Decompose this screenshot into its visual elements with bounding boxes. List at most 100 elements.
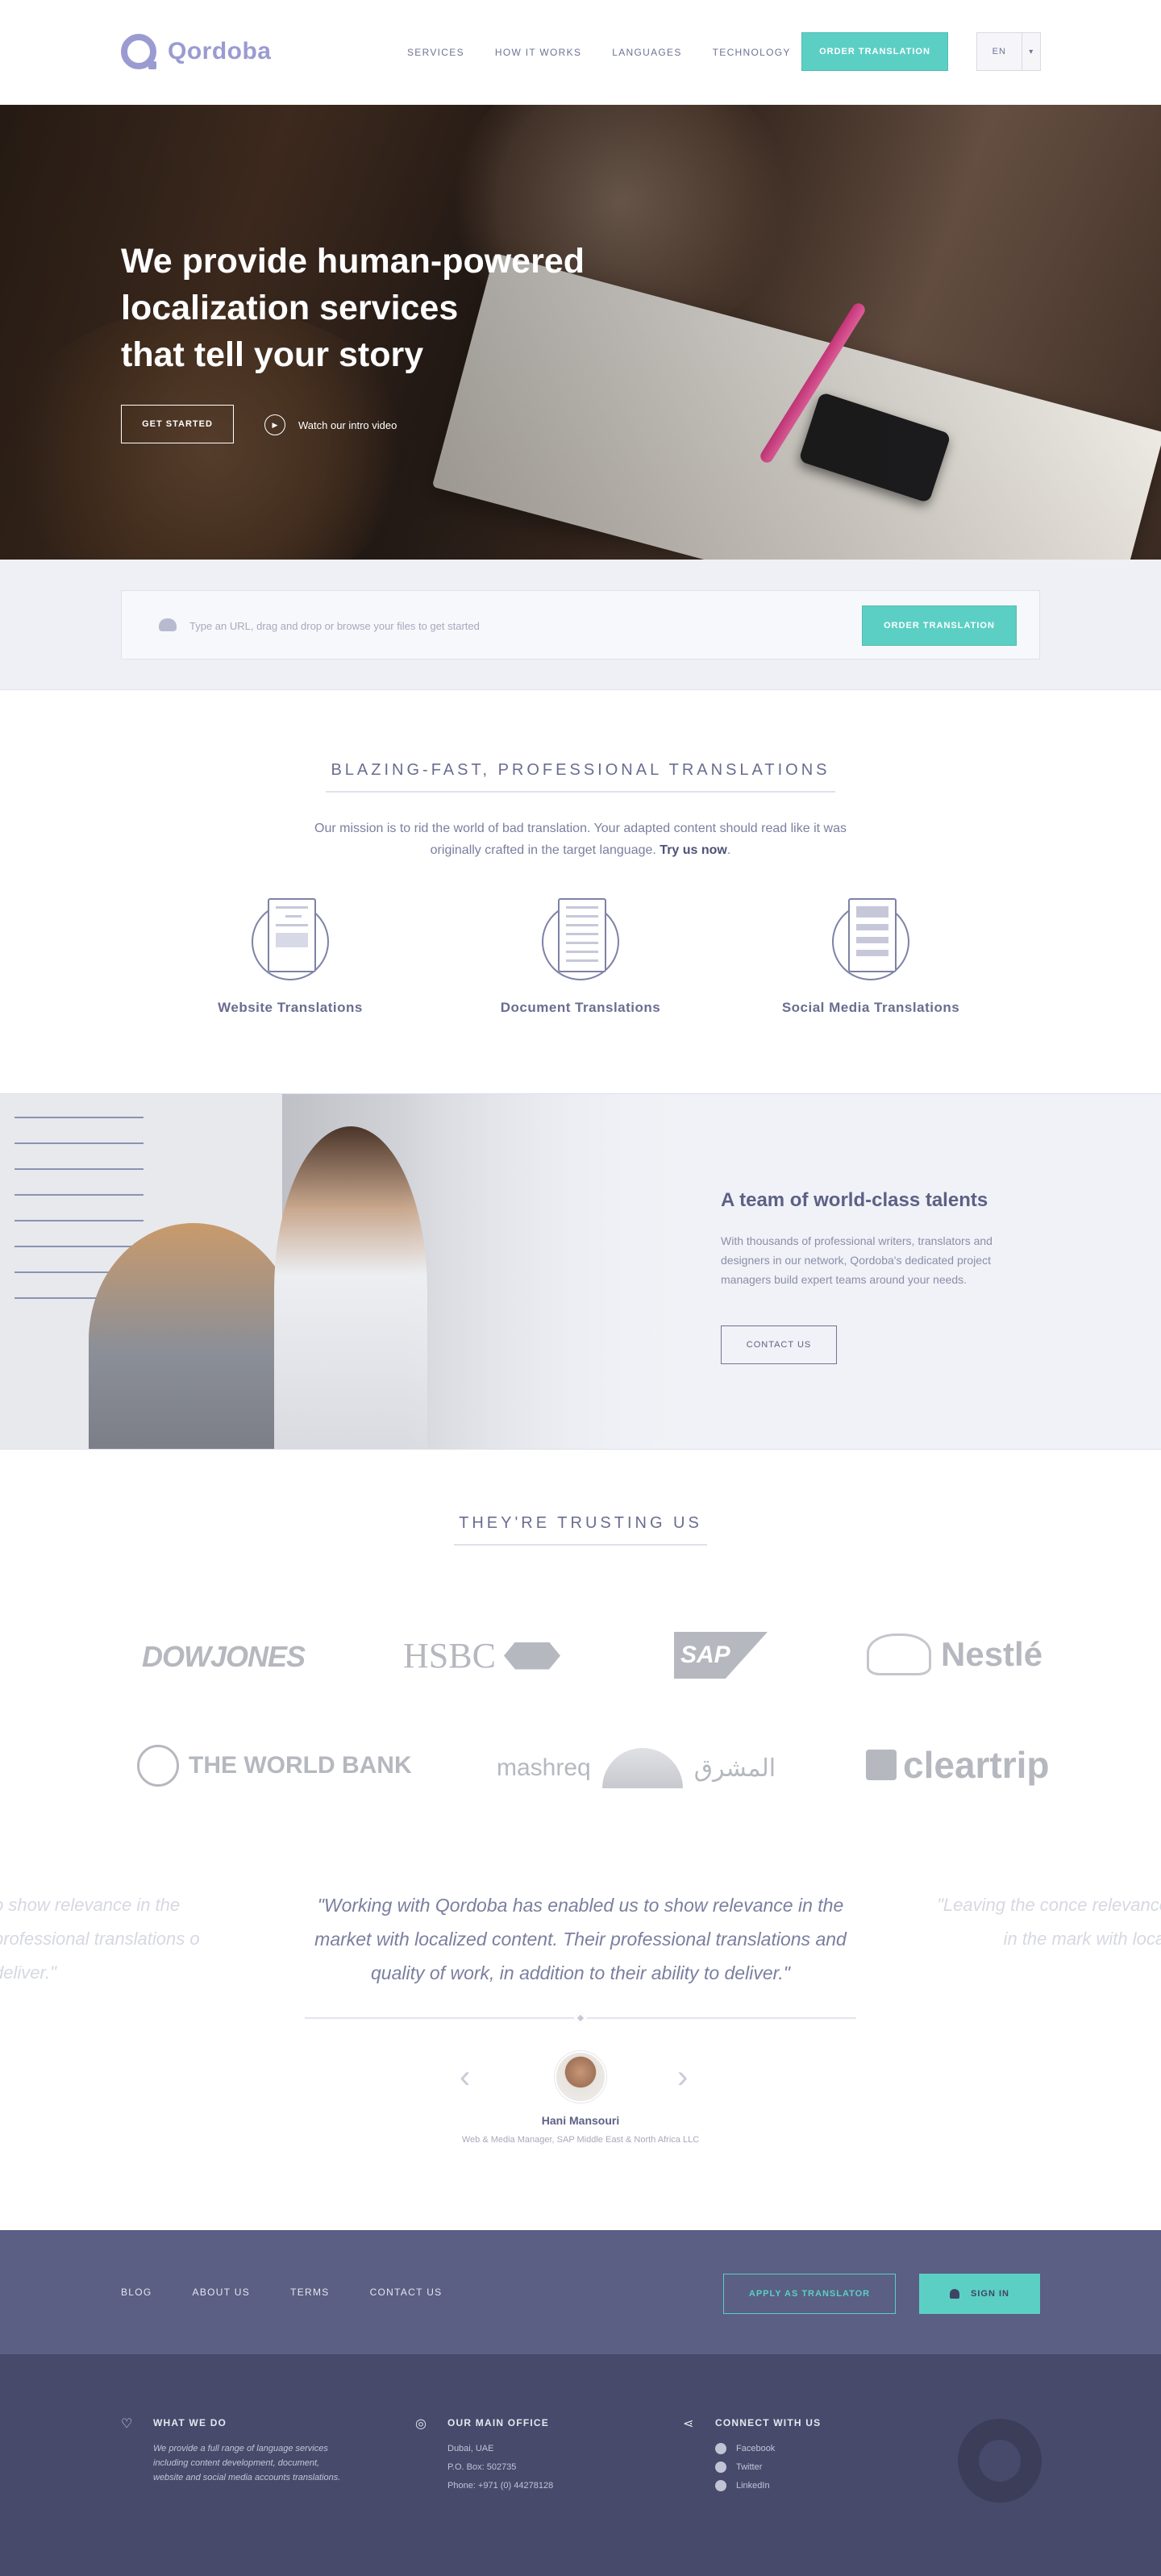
footer-link-blog[interactable]: BLOG — [121, 2287, 152, 2298]
office-line: P.O. Box: 502735 — [447, 2462, 517, 2472]
order-translation-button[interactable]: ORDER TRANSLATION — [801, 32, 948, 71]
logo-text: Qordoba — [168, 38, 272, 65]
twitter-link[interactable]: Twitter — [715, 2460, 893, 2474]
footer-heading: CONNECT WITH US — [715, 2417, 822, 2428]
hsbc-logo-text: HSBC — [403, 1636, 496, 1675]
mashreq-fan-icon — [601, 1748, 683, 1788]
upload-placeholder[interactable]: Type an URL, drag and drop or browse you… — [189, 620, 480, 632]
service-social[interactable]: Social Media Translations — [750, 898, 992, 1016]
linkedin-link[interactable]: LinkedIn — [715, 2478, 893, 2493]
footer-what-we-do: ♡ WHAT WE DO We provide a full range of … — [121, 2417, 347, 2485]
nav-technology[interactable]: TECHNOLOGY — [713, 47, 791, 58]
testimonial-quote: "Working with Qordoba has enabled us to … — [314, 1895, 847, 1983]
footer-office: ◎ OUR MAIN OFFICE Dubai, UAE P.O. Box: 5… — [415, 2417, 625, 2497]
person-image — [89, 1223, 298, 1449]
office-line: Phone: +971 (0) 44278128 — [447, 2481, 554, 2491]
heart-icon: ♡ — [121, 2417, 133, 2431]
chevron-left-icon[interactable]: ‹ — [460, 2059, 470, 2095]
trust-title: THEY'RE TRUSTING US — [454, 1514, 707, 1546]
hero-title-line: localization services — [121, 289, 459, 327]
get-started-button[interactable]: GET STARTED — [121, 405, 234, 443]
nestle-logo-text: Nestlé — [941, 1635, 1043, 1673]
nav-services[interactable]: SERVICES — [407, 47, 464, 58]
dowjones-logo: DOWJONES — [142, 1640, 306, 1673]
office-line: Dubai, UAE — [447, 2444, 494, 2453]
hsbc-hexagon-icon — [503, 1642, 560, 1670]
chevron-right-icon[interactable]: › — [677, 2059, 688, 2095]
mashreq-logo: mashreq المشرق — [497, 1748, 776, 1788]
footer-connect: ⋖ CONNECT WITH US Facebook Twitter Linke… — [683, 2417, 893, 2497]
service-document[interactable]: Document Translations — [460, 898, 701, 1016]
hero-title: We provide human-powered localization se… — [121, 238, 685, 378]
nav-how-it-works[interactable]: HOW IT WORKS — [495, 47, 581, 58]
footer-link-contact[interactable]: CONTACT US — [370, 2287, 443, 2298]
cleartrip-check-icon — [866, 1750, 897, 1780]
language-select[interactable]: EN ▾ — [976, 32, 1041, 71]
watch-video-link[interactable]: ▶ Watch our intro video — [264, 414, 397, 435]
social-label: LinkedIn — [736, 2481, 770, 2491]
site-header: Qordoba SERVICES HOW IT WORKS LANGUAGES … — [0, 0, 1161, 105]
facebook-icon — [715, 2443, 726, 2454]
nestle-logo: Nestlé — [867, 1633, 1042, 1675]
sap-logo: SAP — [674, 1632, 768, 1679]
trust-section: THEY'RE TRUSTING US DOWJONES HSBC SAP Ne… — [0, 1450, 1161, 2230]
mission-text: Our mission is to rid the world of bad t… — [290, 818, 871, 861]
service-label: Website Translations — [218, 1000, 363, 1015]
social-label: Twitter — [736, 2462, 763, 2472]
footer-heading: WHAT WE DO — [153, 2417, 227, 2428]
logo-mark-icon — [121, 34, 156, 69]
nav-languages[interactable]: LANGUAGES — [612, 47, 681, 58]
team-text: With thousands of professional writers, … — [721, 1234, 992, 1286]
apply-as-translator-button[interactable]: APPLY AS TRANSLATOR — [723, 2274, 896, 2314]
author-role: Web & Media Manager, SAP Middle East & N… — [461, 2135, 700, 2145]
divider-diamond-icon — [573, 2011, 588, 2025]
services-section: BLAZING-FAST, PROFESSIONAL TRANSLATIONS … — [0, 690, 1161, 1093]
footer-what-text: We provide a full range of language serv… — [153, 2444, 341, 2482]
footer-nav: BLOG ABOUT US TERMS CONTACT US — [121, 2287, 442, 2298]
play-icon: ▶ — [264, 414, 285, 435]
sign-in-button[interactable]: SIGN IN — [919, 2274, 1040, 2314]
globe-icon — [137, 1745, 179, 1787]
team-photo — [0, 1094, 726, 1449]
trust-title-wrap: THEY'RE TRUSTING US — [0, 1514, 1161, 1546]
sign-in-label: SIGN IN — [971, 2289, 1009, 2299]
service-label: Social Media Translations — [781, 1000, 960, 1015]
linkedin-icon — [715, 2480, 726, 2491]
next-testimonial: "Leaving the conce relevance in the mark… — [937, 1895, 1161, 1949]
cloud-upload-icon — [159, 618, 177, 631]
upload-section: Type an URL, drag and drop or browse you… — [0, 560, 1161, 690]
upload-dropzone[interactable]: Type an URL, drag and drop or browse you… — [121, 590, 1040, 660]
hero-section: We provide human-powered localization se… — [0, 105, 1161, 560]
logo[interactable]: Qordoba — [121, 34, 272, 69]
main-nav: SERVICES HOW IT WORKS LANGUAGES TECHNOLO… — [407, 47, 791, 58]
social-links: Facebook Twitter LinkedIn — [715, 2441, 893, 2493]
footer-link-about[interactable]: ABOUT US — [193, 2287, 251, 2298]
cleartrip-logo-text: cleartrip — [903, 1744, 1050, 1786]
mashreq-logo-arabic: المشرق — [693, 1754, 776, 1782]
chevron-down-icon: ▾ — [1021, 33, 1040, 70]
service-website[interactable]: Website Translations — [169, 898, 411, 1016]
order-translation-upload-button[interactable]: ORDER TRANSLATION — [862, 606, 1017, 646]
website-icon — [252, 898, 329, 980]
compass-icon: ◎ — [415, 2417, 427, 2431]
footer-heading: OUR MAIN OFFICE — [447, 2417, 549, 2428]
footer-link-terms[interactable]: TERMS — [290, 2287, 330, 2298]
share-icon: ⋖ — [683, 2417, 694, 2431]
cleartrip-logo: cleartrip — [866, 1743, 1050, 1787]
nest-icon — [867, 1633, 931, 1675]
services-title: BLAZING-FAST, PROFESSIONAL TRANSLATIONS — [326, 761, 835, 793]
mashreq-logo-text: mashreq — [497, 1754, 591, 1781]
hero-title-line: We provide human-powered — [121, 242, 585, 281]
team-title: A team of world-class talents — [721, 1189, 988, 1211]
mission-period: . — [726, 843, 731, 857]
footer-bottom: ♡ WHAT WE DO We provide a full range of … — [0, 2354, 1161, 2576]
footer-top: BLOG ABOUT US TERMS CONTACT US APPLY AS … — [0, 2230, 1161, 2354]
document-icon — [542, 898, 619, 980]
tablet-icon — [832, 898, 909, 980]
try-us-now-link[interactable]: Try us now — [660, 843, 727, 857]
twitter-icon — [715, 2462, 726, 2473]
worldbank-logo: THE WORLD BANK — [137, 1745, 412, 1787]
avatar — [555, 2051, 606, 2103]
contact-us-button[interactable]: CONTACT US — [721, 1325, 837, 1364]
facebook-link[interactable]: Facebook — [715, 2441, 893, 2456]
